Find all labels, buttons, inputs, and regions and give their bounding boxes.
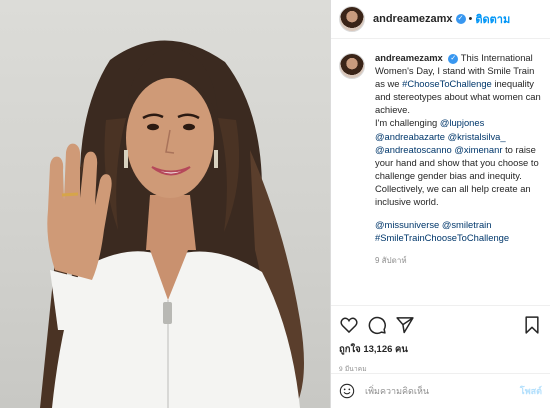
- post-comment-button[interactable]: โพสต์: [520, 384, 542, 398]
- post-photo[interactable]: [0, 0, 330, 408]
- mention-smiletrain[interactable]: @smiletrain: [442, 219, 492, 230]
- mention-andreabazarte[interactable]: @andreabazarte: [375, 131, 445, 142]
- author-avatar[interactable]: [339, 6, 365, 32]
- instagram-post: andreamezamx ✓ • ติดตาม andreamezamx ✓ T…: [0, 0, 550, 408]
- caption-avatar[interactable]: [339, 53, 365, 79]
- caption-line-3: I'm challenging: [375, 117, 438, 129]
- portrait-illustration: [40, 40, 304, 408]
- post-header: andreamezamx ✓ • ติดตาม: [331, 0, 550, 39]
- bookmark-icon[interactable]: [522, 315, 542, 335]
- comments-section: andreamezamx ✓ This International Women'…: [331, 39, 550, 305]
- heart-icon[interactable]: [339, 315, 359, 335]
- emoji-icon[interactable]: [339, 383, 355, 399]
- action-icons: [339, 314, 542, 336]
- mention-lupjones[interactable]: @lupjones: [440, 117, 484, 128]
- hashtag-choosetochallenge[interactable]: #ChooseToChallenge: [402, 78, 492, 89]
- author-username[interactable]: andreamezamx: [373, 13, 453, 25]
- share-icon[interactable]: [395, 315, 415, 335]
- caption-row: andreamezamx ✓ This International Women'…: [339, 51, 542, 267]
- likes-count[interactable]: ถูกใจ 13,126 คน: [339, 342, 542, 357]
- mention-kristalsilva[interactable]: @kristalsilva_: [448, 131, 506, 142]
- caption-time[interactable]: 9 สัปดาห์: [375, 254, 542, 267]
- caption-text: andreamezamx ✓ This International Women'…: [375, 51, 542, 267]
- add-comment-bar: เพิ่มความคิดเห็น โพสต์: [331, 373, 550, 408]
- follow-button[interactable]: ติดตาม: [475, 10, 510, 28]
- caption-verified-badge-icon: ✓: [448, 54, 459, 64]
- hashtag-smiletrainchoosetochallenge[interactable]: #SmileTrainChooseToChallenge: [375, 232, 509, 243]
- header-separator: •: [468, 13, 473, 25]
- post-actions: ถูกใจ 13,126 คน 9 มีนาคม: [331, 305, 550, 373]
- caption-username[interactable]: andreamezamx: [375, 52, 443, 63]
- post-side-panel: andreamezamx ✓ • ติดตาม andreamezamx ✓ T…: [330, 0, 550, 408]
- mention-ximenanr[interactable]: @ximenanr: [454, 144, 502, 155]
- comment-input[interactable]: เพิ่มความคิดเห็น: [365, 384, 520, 398]
- mention-andreatoscanno[interactable]: @andreatoscanno: [375, 144, 452, 155]
- verified-badge-icon: ✓: [455, 14, 466, 24]
- mention-missuniverse[interactable]: @missuniverse: [375, 219, 439, 230]
- comment-icon[interactable]: [367, 315, 387, 335]
